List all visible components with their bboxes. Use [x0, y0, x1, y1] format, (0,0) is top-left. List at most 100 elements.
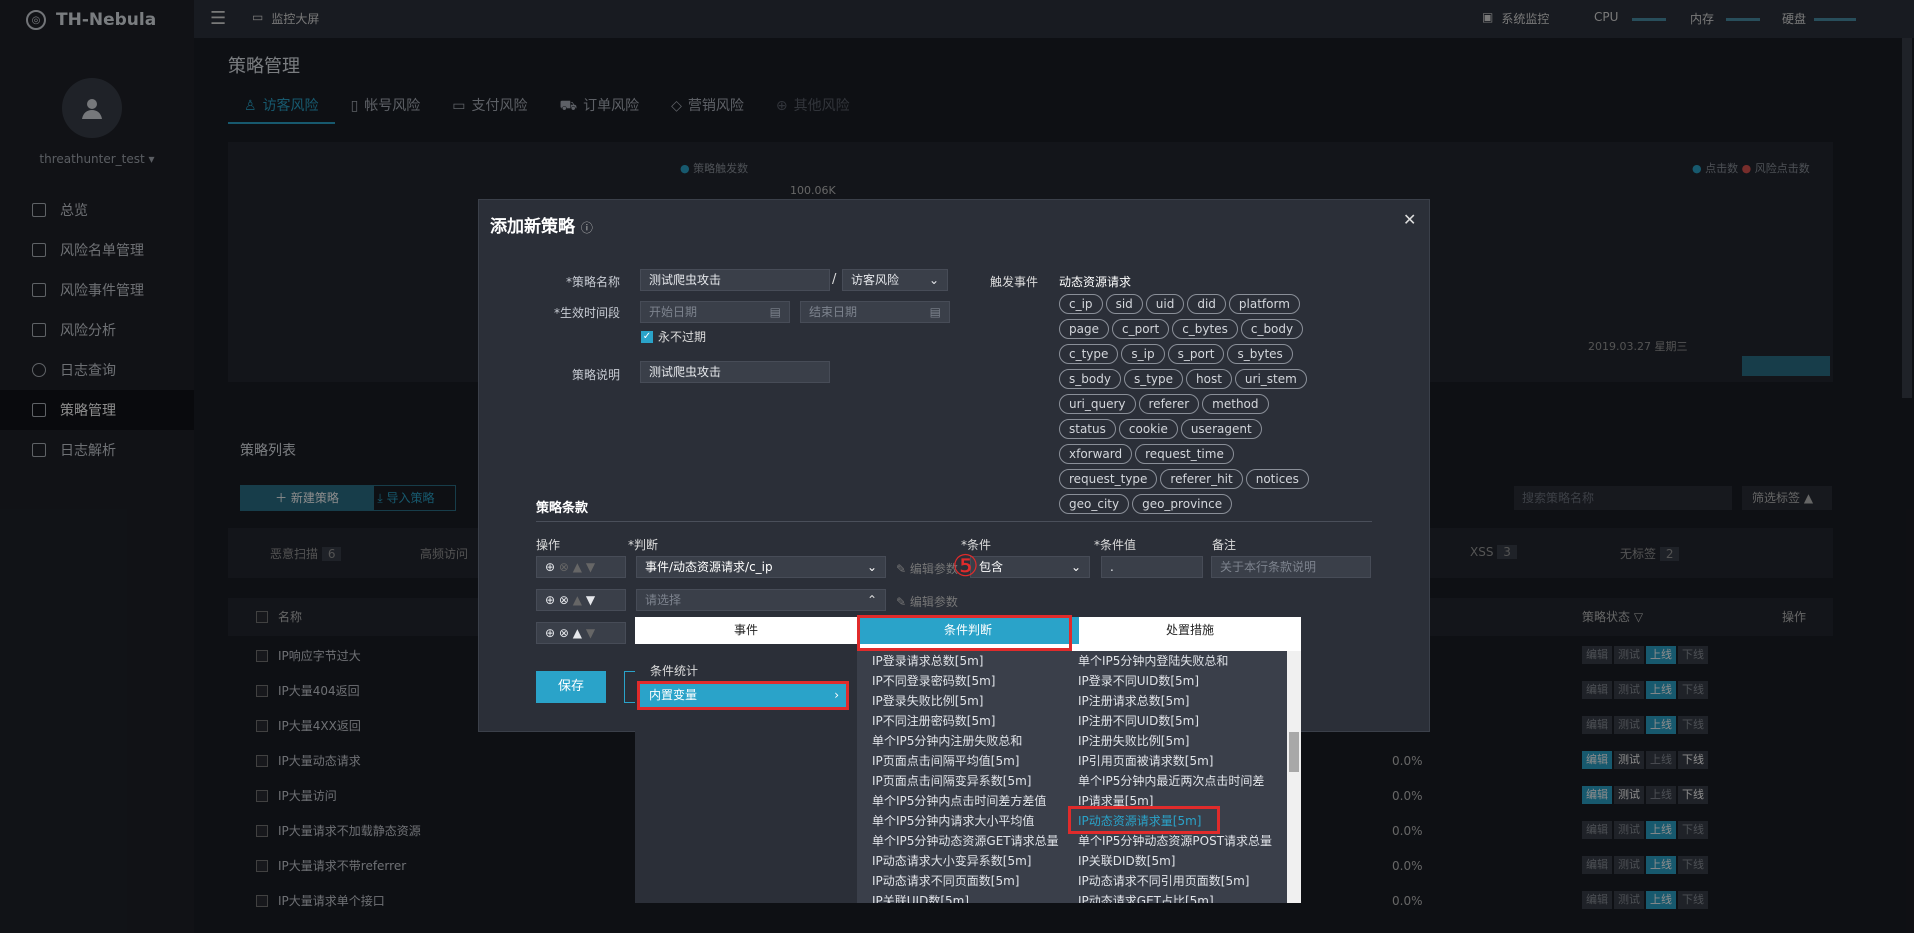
move-down-icon[interactable]: ▼ [586, 560, 595, 574]
field-tag[interactable]: geo_city [1059, 494, 1130, 514]
remove-row-icon[interactable]: ⊗ [559, 626, 569, 640]
option-item[interactable]: 单个IP5分钟内最近两次点击时间差 [1078, 771, 1272, 791]
remove-row-icon[interactable]: ⊗ [559, 593, 569, 607]
option-item[interactable]: 单个IP5分钟动态资源POST请求总量 [1078, 831, 1272, 851]
field-tag[interactable]: useragent [1180, 419, 1262, 439]
check-icon: ✓ [641, 330, 653, 343]
field-tag[interactable]: c_bytes [1172, 319, 1238, 339]
row1-note-input[interactable]: 关于本行条款说明 [1211, 556, 1371, 578]
option-item[interactable]: 单个IP5分钟内请求大小平均值 [872, 811, 1059, 831]
field-tag[interactable]: platform [1228, 294, 1300, 314]
field-tag[interactable]: c_port [1111, 319, 1170, 339]
option-item[interactable]: IP登录请求总数[5m] [872, 651, 1059, 671]
field-tag[interactable]: notices [1245, 469, 1309, 489]
save-button[interactable]: 保存 [536, 671, 606, 703]
clause-divider [536, 521, 1372, 522]
row1-judge-select[interactable]: 事件/动态资源请求/c_ip ⌄ [636, 556, 886, 578]
add-row-icon[interactable]: ⊕ [545, 626, 555, 640]
option-item[interactable]: IP动态请求大小变异系数[5m] [872, 851, 1059, 871]
dropdown-tab-action[interactable]: 处置措施 [1079, 617, 1301, 644]
chevron-up-icon: ⌃ [866, 593, 877, 607]
option-item[interactable]: IP关联DID数[5m] [1078, 851, 1272, 871]
field-tag[interactable]: request_time [1135, 444, 1234, 464]
move-up-icon[interactable]: ▲ [573, 560, 582, 574]
time-label: *生效时间段 [553, 306, 620, 320]
field-tag[interactable]: referer_hit [1160, 469, 1243, 489]
start-date-input[interactable]: 开始日期 ▤ [640, 301, 790, 323]
remove-row-icon[interactable]: ⊗ [559, 560, 569, 574]
move-down-icon[interactable]: ▼ [586, 626, 595, 640]
field-tag[interactable]: s_ip [1121, 344, 1165, 364]
category-select[interactable]: 访客风险 ⌄ [842, 269, 948, 291]
row2-ops: ⊕ ⊗ ▲ ▼ [536, 589, 626, 611]
row1-ops: ⊕ ⊗ ▲ ▼ [536, 556, 626, 578]
trigger-tags: c_ip sid uid did platformpage c_port c_bytes c_… [1059, 294, 1329, 519]
row1-edit-param[interactable]: ✎ 编辑参数 [896, 560, 958, 577]
strategy-name-input[interactable]: 测试爬虫攻击 [640, 269, 830, 291]
close-icon[interactable]: ✕ [1403, 210, 1416, 229]
field-tag[interactable]: method [1202, 394, 1269, 414]
options-left-col: IP登录请求总数[5m] IP不同登录密码数[5m] IP登录失败比例[5m] IP不… [872, 651, 1059, 903]
field-tag[interactable]: request_type [1059, 469, 1158, 489]
modal-title: 添加新策略 ⓘ [490, 217, 593, 237]
option-item[interactable]: 单个IP5分钟动态资源GET请求总量 [872, 831, 1059, 851]
field-tag[interactable]: uri_query [1059, 394, 1136, 414]
option-item[interactable]: IP页面点击间隔平均值[5m] [872, 751, 1059, 771]
dropdown-scrollbar[interactable] [1287, 651, 1301, 903]
pencil-icon: ✎ [896, 595, 907, 609]
move-up-icon[interactable]: ▲ [573, 626, 582, 640]
option-item[interactable]: IP注册不同UID数[5m] [1078, 711, 1272, 731]
dropdown-options: IP登录请求总数[5m] IP不同登录密码数[5m] IP登录失败比例[5m] IP不… [857, 651, 1301, 903]
row2-edit-param[interactable]: ✎ 编辑参数 [896, 593, 958, 610]
option-item[interactable]: 单个IP5分钟内注册失败总和 [872, 731, 1059, 751]
highlight-box-condition-tab [857, 615, 1072, 651]
row2-judge-select[interactable]: 请选择 ⌃ [636, 589, 886, 611]
field-tag[interactable]: host [1186, 369, 1232, 389]
add-row-icon[interactable]: ⊕ [545, 560, 555, 574]
field-tag[interactable]: s_port [1167, 344, 1225, 364]
option-item[interactable]: IP动态请求不同引用页面数[5m] [1078, 871, 1272, 891]
strategy-desc-input[interactable]: 测试爬虫攻击 [640, 361, 830, 383]
field-tag[interactable]: c_ip [1059, 294, 1103, 314]
field-tag[interactable]: uid [1145, 294, 1185, 314]
option-item[interactable]: IP登录不同UID数[5m] [1078, 671, 1272, 691]
help-icon[interactable]: ⓘ [581, 221, 593, 235]
field-tag[interactable]: uri_stem [1234, 369, 1307, 389]
field-tag[interactable]: did [1187, 294, 1226, 314]
row1-cond-select[interactable]: 包含 ⌄ [970, 556, 1090, 578]
name-separator: / [832, 272, 837, 287]
option-item[interactable]: IP登录失败比例[5m] [872, 691, 1059, 711]
field-tag[interactable]: s_type [1123, 369, 1183, 389]
field-tag[interactable]: s_body [1059, 369, 1121, 389]
move-down-icon[interactable]: ▼ [586, 593, 595, 607]
option-item[interactable]: IP动态请求不同页面数[5m] [872, 871, 1059, 891]
dropdown-tab-event[interactable]: 事件 [635, 617, 857, 644]
end-date-input[interactable]: 结束日期 ▤ [800, 301, 950, 323]
option-item[interactable]: IP注册请求总数[5m] [1078, 691, 1272, 711]
option-item[interactable]: IP引用页面被请求数[5m] [1078, 751, 1272, 771]
row1-value-input[interactable]: . [1101, 556, 1203, 578]
field-tag[interactable]: referer [1138, 394, 1200, 414]
field-tag[interactable]: cookie [1118, 419, 1178, 439]
option-item[interactable]: IP页面点击间隔变异系数[5m] [872, 771, 1059, 791]
field-tag[interactable]: xforward [1059, 444, 1133, 464]
option-item[interactable]: 单个IP5分钟内登陆失败总和 [1078, 651, 1272, 671]
option-item[interactable]: IP动态请求GET占比[5m] [1078, 891, 1272, 903]
option-item[interactable]: IP不同登录密码数[5m] [872, 671, 1059, 691]
field-tag[interactable]: page [1059, 319, 1109, 339]
field-tag[interactable]: sid [1105, 294, 1143, 314]
field-tag[interactable]: status [1059, 419, 1116, 439]
never-expire-checkbox[interactable]: ✓ 永不过期 [641, 328, 706, 345]
option-item[interactable]: 单个IP5分钟内点击时间差方差值 [872, 791, 1059, 811]
field-tag[interactable]: s_bytes [1227, 344, 1293, 364]
dropdown-scroll-thumb[interactable] [1289, 732, 1299, 772]
move-up-icon[interactable]: ▲ [573, 593, 582, 607]
option-item[interactable]: IP注册失败比例[5m] [1078, 731, 1272, 751]
field-tag[interactable]: c_body [1240, 319, 1304, 339]
group-stat[interactable]: 条件统计 [650, 662, 698, 679]
add-row-icon[interactable]: ⊕ [545, 593, 555, 607]
option-item[interactable]: IP不同注册密码数[5m] [872, 711, 1059, 731]
field-tag[interactable]: geo_province [1132, 494, 1233, 514]
field-tag[interactable]: c_type [1059, 344, 1119, 364]
option-item[interactable]: IP关联UID数[5m] [872, 891, 1059, 903]
